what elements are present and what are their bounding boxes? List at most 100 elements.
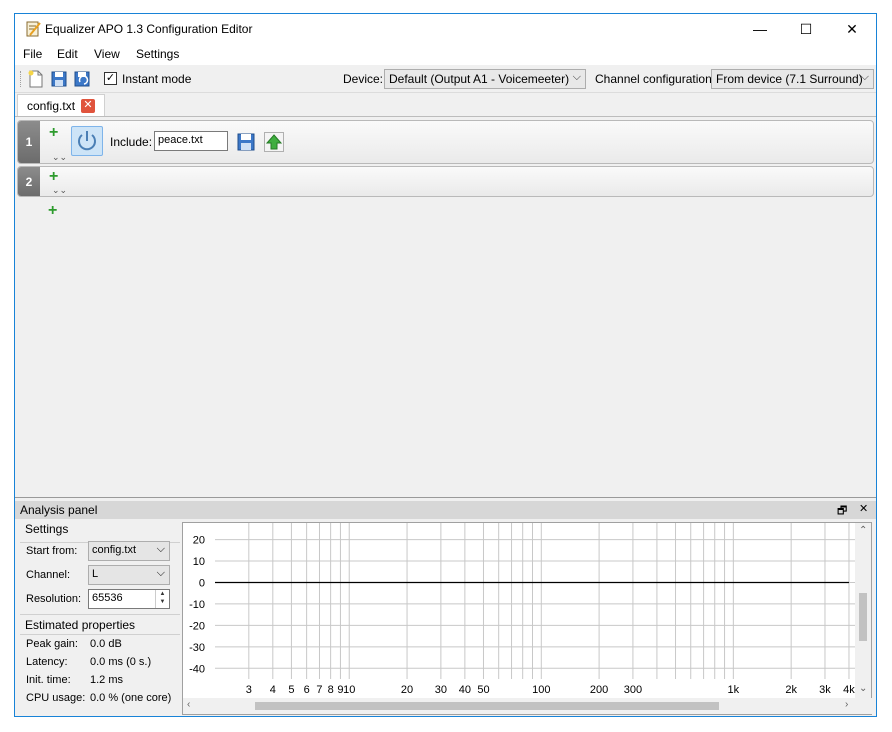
expand-chevron-icon[interactable]: ⌄⌄: [52, 186, 67, 195]
power-icon: [78, 131, 96, 151]
chevron-down-icon: ⌵: [156, 543, 165, 555]
instant-mode-checkbox[interactable]: ✓: [104, 72, 117, 85]
include-file-input[interactable]: peace.txt: [154, 131, 228, 151]
app-icon: [26, 21, 41, 37]
menu-bar: File Edit View Settings: [15, 44, 876, 65]
close-button[interactable]: ✕: [829, 14, 875, 44]
x-tick-label: 5: [288, 684, 294, 696]
x-tick-label: 3k: [819, 684, 831, 696]
x-tick-label: 10: [343, 684, 355, 696]
peak-gain-value: 0.0 dB: [90, 638, 122, 650]
analysis-header: Analysis panel 🗗 ✕: [15, 501, 876, 519]
cpu-usage-value: 0.0 % (one core): [90, 692, 172, 704]
start-from-label: Start from:: [26, 545, 78, 557]
y-tick-label: 10: [193, 556, 205, 568]
expand-chevron-icon[interactable]: ⌄⌄: [52, 153, 67, 162]
scroll-right-icon[interactable]: ›: [845, 699, 848, 710]
x-tick-label: 6: [304, 684, 310, 696]
maximize-button[interactable]: ☐: [783, 14, 829, 44]
menu-settings[interactable]: Settings: [136, 47, 179, 61]
analysis-title: Analysis panel: [20, 503, 98, 517]
y-tick-label: -30: [189, 642, 205, 654]
init-time-value: 1.2 ms: [90, 674, 124, 686]
chevron-down-icon: ⌵: [572, 71, 581, 83]
x-tick-label: 200: [590, 684, 608, 696]
row-number[interactable]: 1: [18, 121, 40, 163]
toolbar: ✓ Instant mode Device: Default (Output A…: [15, 65, 876, 93]
menu-view[interactable]: View: [94, 47, 120, 61]
open-file-icon[interactable]: [236, 132, 256, 152]
tab-close-icon[interactable]: ✕: [81, 99, 95, 113]
save-as-icon[interactable]: [73, 70, 91, 88]
x-tick-label: 50: [477, 684, 489, 696]
resolution-spinbox[interactable]: 65536 ▲ ▼: [88, 589, 170, 609]
scroll-thumb[interactable]: [255, 702, 719, 710]
x-tick-label: 4k: [843, 684, 855, 696]
chevron-down-icon: ⌵: [860, 71, 869, 83]
spin-arrows-icon[interactable]: ▲ ▼: [155, 590, 169, 608]
undock-icon[interactable]: 🗗: [837, 502, 847, 521]
estimated-group-title: Estimated properties: [25, 618, 136, 632]
divider: [20, 634, 180, 635]
filter-editor: 1 + ⌄⌄ Include: peace.txt 2 + ⌄⌄ +: [15, 116, 876, 498]
scroll-down-icon[interactable]: ⌄: [859, 683, 867, 694]
x-tick-label: 4: [270, 684, 276, 696]
instant-mode-label[interactable]: Instant mode: [122, 72, 191, 86]
frequency-response-graph[interactable]: 20 10 0 -10 -20 -30 -40 3 4 5 6 7 8 9 10 20 30 40 50 100 200…: [182, 522, 873, 715]
horizontal-scrollbar[interactable]: ‹ ›: [183, 698, 873, 714]
save-icon[interactable]: [50, 70, 68, 88]
x-tick-label: 20: [401, 684, 413, 696]
window-title: Equalizer APO 1.3 Configuration Editor: [45, 22, 253, 36]
device-value: Default (Output A1 - Voicemeeter): [389, 72, 570, 86]
y-tick-label: -20: [189, 620, 205, 632]
power-toggle-button[interactable]: [71, 126, 103, 156]
scroll-thumb[interactable]: [859, 593, 867, 641]
channel-select[interactable]: L ⌵: [88, 565, 170, 585]
start-from-value: config.txt: [92, 544, 137, 556]
channel-config-select[interactable]: From device (7.1 Surround) ⌵: [711, 69, 874, 89]
analysis-panel: Analysis panel 🗗 ✕ Settings Start from: …: [15, 501, 876, 716]
start-from-select[interactable]: config.txt ⌵: [88, 541, 170, 561]
filter-row-1[interactable]: 1 + ⌄⌄ Include: peace.txt: [17, 120, 874, 164]
resolution-label: Resolution:: [26, 593, 82, 605]
tab-bar: config.txt ✕: [15, 94, 876, 117]
device-label: Device:: [343, 72, 384, 86]
x-tick-label: 3: [246, 684, 252, 696]
menu-file[interactable]: File: [23, 47, 42, 61]
add-row-icon[interactable]: +: [48, 203, 57, 219]
vertical-scrollbar[interactable]: ⌃ ⌄: [855, 523, 871, 699]
cpu-usage-label: CPU usage:: [26, 692, 86, 704]
channel-config-label: Channel configuration:: [595, 72, 716, 86]
divider: [20, 614, 180, 615]
x-tick-label: 1k: [728, 684, 740, 696]
title-bar[interactable]: Equalizer APO 1.3 Configuration Editor —…: [15, 14, 876, 44]
scroll-left-icon[interactable]: ‹: [187, 699, 190, 710]
y-tick-label: 0: [199, 577, 205, 589]
close-icon[interactable]: ✕: [859, 502, 868, 515]
device-select[interactable]: Default (Output A1 - Voicemeeter) ⌵: [384, 69, 586, 89]
new-file-icon[interactable]: [27, 70, 45, 88]
minimize-button[interactable]: —: [737, 14, 783, 44]
channel-config-value: From device (7.1 Surround): [716, 72, 863, 86]
menu-edit[interactable]: Edit: [57, 47, 78, 61]
x-tick-label: 2k: [785, 684, 797, 696]
toolbar-grip[interactable]: [20, 71, 23, 87]
filter-row-2[interactable]: 2 + ⌄⌄: [17, 166, 874, 197]
y-tick-label: -10: [189, 599, 205, 611]
scroll-up-icon[interactable]: ⌃: [859, 525, 867, 536]
arrow-up-icon[interactable]: [264, 132, 284, 152]
tab-config[interactable]: config.txt ✕: [17, 94, 105, 117]
x-tick-label: 40: [459, 684, 471, 696]
x-tick-label: 100: [532, 684, 550, 696]
channel-label: Channel:: [26, 569, 71, 581]
init-time-label: Init. time:: [26, 674, 71, 686]
y-tick-label: 20: [193, 535, 205, 547]
row-number[interactable]: 2: [18, 167, 40, 196]
app-window: Equalizer APO 1.3 Configuration Editor —…: [14, 13, 877, 717]
x-tick-label: 8: [328, 684, 334, 696]
x-tick-label: 30: [435, 684, 447, 696]
add-filter-icon[interactable]: +: [49, 169, 58, 185]
x-tick-label: 7: [316, 684, 322, 696]
latency-label: Latency:: [26, 656, 68, 668]
add-filter-icon[interactable]: +: [49, 125, 58, 141]
